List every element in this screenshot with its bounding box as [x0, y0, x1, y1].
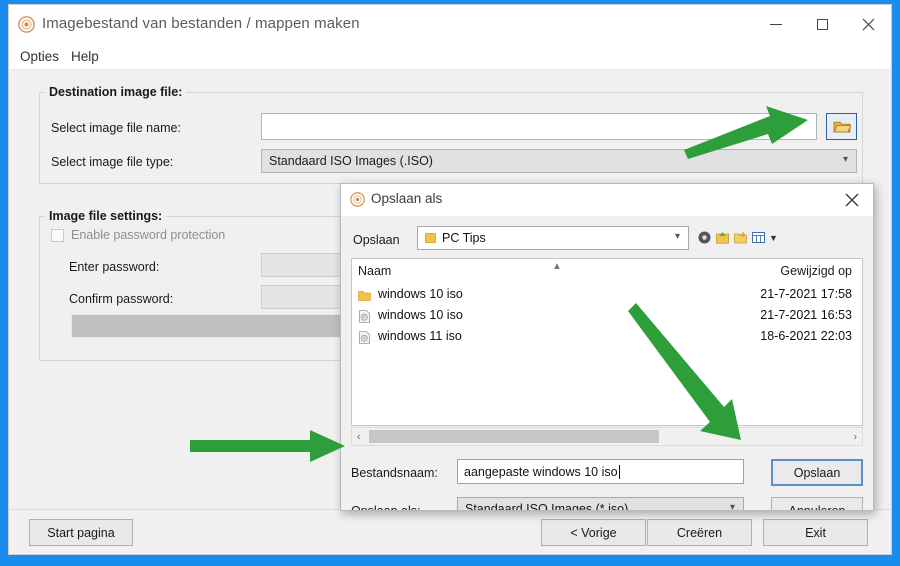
menu-item-opties[interactable]: Opties	[16, 48, 63, 65]
file-modified-text: 18-6-2021 22:03	[760, 329, 852, 343]
target-circle-icon	[18, 16, 35, 33]
file-name-text: windows 10 iso	[378, 287, 463, 301]
select-image-file-type-label: Select image file type:	[51, 155, 174, 169]
view-menu-icon[interactable]	[752, 231, 765, 244]
window-title: Imagebestand van bestanden / mappen make…	[42, 15, 360, 32]
file-type-value: Standaard ISO Images (*.iso)	[465, 502, 629, 511]
file-list-item[interactable]: windows 10 iso 21-7-2021 17:58	[356, 285, 858, 306]
sort-ascending-icon: ▲	[552, 261, 562, 272]
window-titlebar: Imagebestand van bestanden / mappen make…	[9, 5, 891, 44]
new-folder-icon[interactable]	[734, 231, 747, 244]
file-list-item[interactable]: windows 10 iso 21-7-2021 16:53	[356, 306, 858, 327]
close-icon	[862, 18, 874, 31]
screenshot-root: Imagebestand van bestanden / mappen make…	[0, 0, 900, 566]
save-in-combobox[interactable]: PC Tips ▾	[417, 226, 689, 250]
close-button[interactable]	[845, 5, 891, 44]
text-cursor	[618, 464, 620, 479]
file-name-input-value: aangepaste windows 10 iso	[464, 464, 618, 479]
maximize-icon	[816, 19, 828, 30]
save-in-value: PC Tips	[442, 231, 486, 245]
chevron-down-icon: ▾	[674, 231, 680, 242]
view-dropdown-arrow[interactable]: ▼	[769, 233, 778, 243]
enter-password-label: Enter password:	[69, 260, 160, 274]
file-type-combobox[interactable]: Standaard ISO Images (*.iso) ▾	[457, 497, 744, 511]
scroll-left-arrow-icon[interactable]: ‹	[357, 431, 360, 442]
dialog-body: Opslaan PC Tips ▾ ▼ Naam ▲ Gewijzigd op …	[341, 216, 873, 511]
disc-image-icon	[359, 310, 370, 323]
file-name-label: Bestandsnaam:	[351, 466, 438, 480]
chevron-down-icon: ▾	[842, 154, 848, 165]
image-file-type-combobox[interactable]: Standaard ISO Images (.ISO) ▾	[261, 149, 857, 173]
scroll-right-arrow-icon[interactable]: ›	[854, 431, 857, 442]
select-image-file-name-label: Select image file name:	[51, 121, 181, 135]
chevron-down-icon: ▾	[729, 502, 735, 511]
create-button[interactable]: Creëren	[647, 519, 752, 546]
up-one-level-icon[interactable]	[716, 231, 729, 244]
file-list-item[interactable]: windows 11 iso 18-6-2021 22:03	[356, 327, 858, 348]
file-name-text: windows 11 iso	[378, 329, 462, 343]
minimize-button[interactable]	[753, 5, 799, 44]
enable-password-protection-checkbox[interactable]	[51, 229, 64, 242]
image-file-type-value: Standaard ISO Images (.ISO)	[269, 154, 433, 168]
confirm-password-label: Confirm password:	[69, 292, 174, 306]
save-button[interactable]: Opslaan	[771, 459, 863, 486]
folder-open-icon	[832, 121, 851, 133]
destination-group-legend: Destination image file:	[45, 85, 187, 99]
minimize-icon	[770, 24, 782, 25]
dialog-title: Opslaan als	[371, 191, 443, 206]
exit-button[interactable]: Exit	[763, 519, 868, 546]
previous-button[interactable]: < Vorige	[541, 519, 646, 546]
disc-image-icon	[359, 331, 370, 344]
file-modified-text: 21-7-2021 17:58	[760, 287, 852, 301]
target-circle-icon	[350, 192, 365, 207]
enable-password-protection-label: Enable password protection	[71, 228, 226, 242]
save-in-label: Opslaan	[353, 233, 400, 247]
file-list[interactable]: Naam ▲ Gewijzigd op windows 10 iso 21-7-…	[351, 258, 863, 426]
folder-icon	[358, 291, 371, 301]
horizontal-scrollbar[interactable]: ‹ ›	[351, 427, 863, 446]
save-as-dialog: Opslaan als Opslaan PC Tips ▾ ▼ Naam ▲ G…	[340, 183, 874, 511]
start-page-button[interactable]: Start pagina	[29, 519, 133, 546]
image-file-name-input[interactable]	[261, 113, 817, 140]
menu-bar: Opties Help	[9, 44, 891, 70]
maximize-button[interactable]	[799, 5, 845, 44]
browse-folder-button[interactable]	[826, 113, 857, 140]
file-type-label: Opslaan als:	[351, 504, 421, 511]
file-modified-text: 21-7-2021 16:53	[760, 308, 852, 322]
file-name-input[interactable]: aangepaste windows 10 iso	[457, 459, 744, 484]
settings-group-legend: Image file settings:	[45, 209, 167, 223]
column-header-gewijzigd-op[interactable]: Gewijzigd op	[780, 264, 852, 278]
recent-icon[interactable]	[698, 231, 711, 244]
dialog-close-button[interactable]	[831, 184, 873, 216]
folder-icon	[425, 233, 436, 243]
file-name-text: windows 10 iso	[378, 308, 463, 322]
scrollbar-thumb[interactable]	[369, 430, 659, 443]
column-header-naam[interactable]: Naam	[358, 264, 391, 278]
menu-item-help[interactable]: Help	[67, 48, 103, 65]
progress-bar	[71, 314, 356, 338]
close-icon	[845, 193, 859, 207]
dialog-titlebar: Opslaan als	[341, 184, 873, 216]
cancel-button[interactable]: Annuleren	[771, 497, 863, 510]
window-footer-bar: Start pagina < Vorige Creëren Exit	[9, 509, 891, 554]
